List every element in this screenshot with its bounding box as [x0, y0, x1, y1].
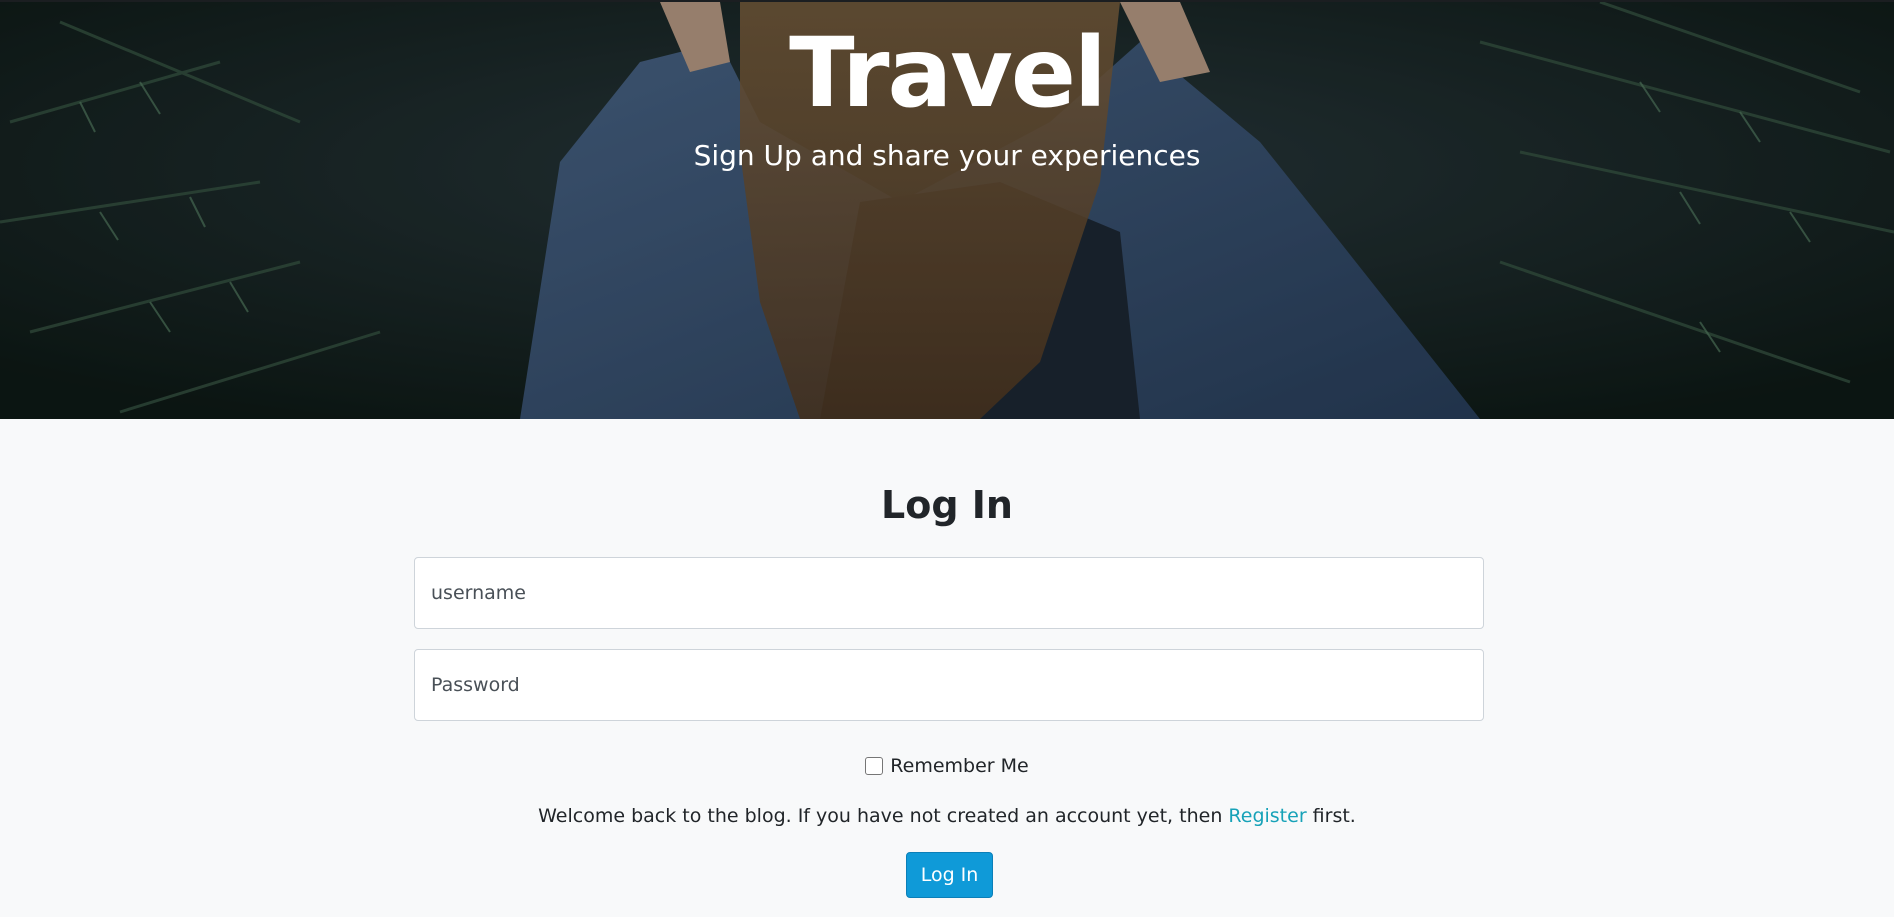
- hero-banner: Travel Sign Up and share your experience…: [0, 2, 1894, 419]
- remember-me-label[interactable]: Remember Me: [890, 755, 1028, 777]
- username-input[interactable]: [414, 557, 1484, 629]
- login-heading: Log In: [881, 483, 1013, 527]
- welcome-text-start: Welcome back to the blog. If you have no…: [538, 805, 1229, 827]
- site-subtitle: Sign Up and share your experiences: [693, 139, 1201, 172]
- login-button[interactable]: Log In: [906, 852, 993, 898]
- welcome-text-end: first.: [1306, 805, 1356, 827]
- register-link[interactable]: Register: [1228, 805, 1306, 827]
- password-input[interactable]: [414, 649, 1484, 721]
- welcome-message: Welcome back to the blog. If you have no…: [0, 805, 1894, 827]
- remember-me-row: Remember Me: [0, 755, 1894, 777]
- remember-me-checkbox[interactable]: [865, 757, 884, 775]
- login-section: Log In Remember Me Welcome back to the b…: [0, 419, 1894, 917]
- site-title: Travel: [789, 17, 1107, 129]
